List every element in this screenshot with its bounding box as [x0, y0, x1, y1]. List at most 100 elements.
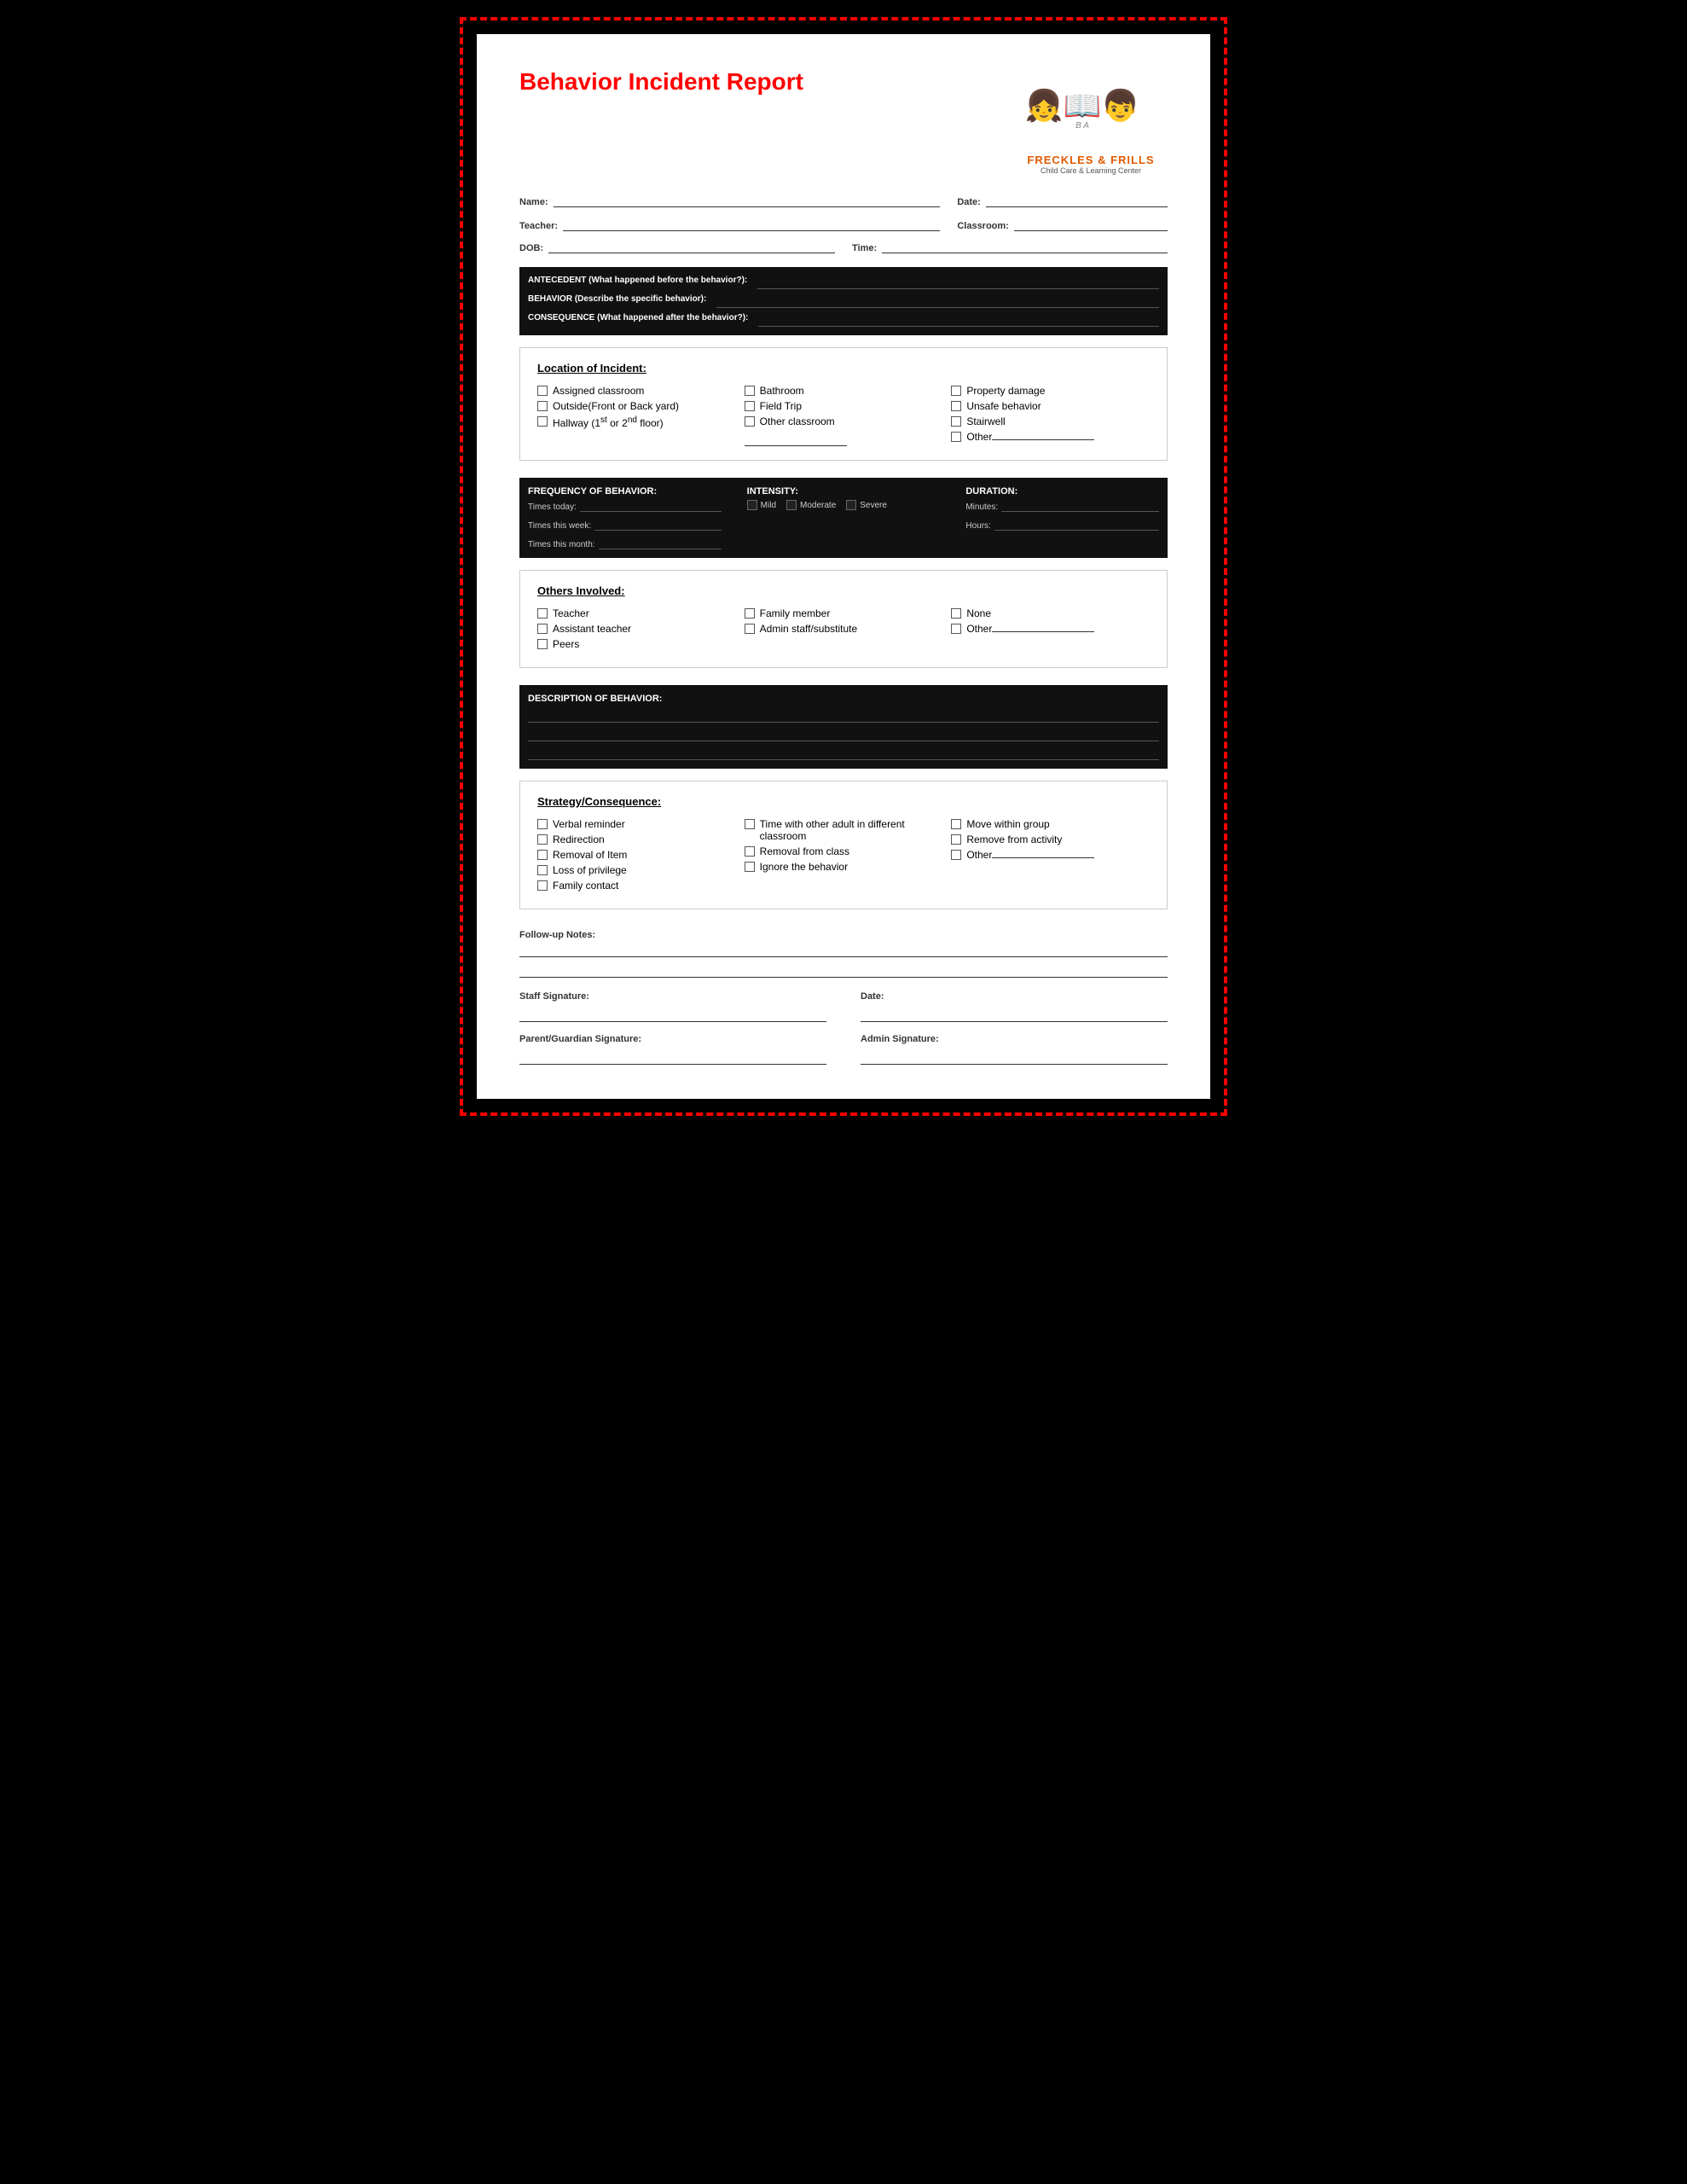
checkbox-removal-class[interactable] [745, 846, 755, 857]
parent-sig-field: Parent/Guardian Signature: [519, 1034, 826, 1065]
checkbox-bathroom[interactable] [745, 386, 755, 396]
checkbox-none[interactable] [951, 608, 961, 619]
others-involved-section: Others Involved: Teacher Assistant teach… [519, 570, 1168, 668]
location-item-stairwell: Stairwell [951, 415, 1150, 427]
intensity-block: INTENSITY: Mild Moderate Severe [747, 486, 941, 549]
follow-up-label: Follow-up Notes: [519, 930, 595, 940]
checkbox-family[interactable] [745, 608, 755, 619]
time-input[interactable] [882, 238, 1168, 253]
others-item-family: Family member [745, 607, 943, 619]
behavior-metrics-section: FREQUENCY OF BEHAVIOR: Times today: Time… [519, 478, 1168, 558]
dob-input[interactable] [548, 238, 835, 253]
checkbox-other-classroom[interactable] [745, 416, 755, 427]
others-item-none: None [951, 607, 1150, 619]
checkbox-mild[interactable] [747, 500, 757, 510]
location-item-fieldtrip: Field Trip [745, 400, 943, 412]
checkbox-remove-activity[interactable] [951, 834, 961, 845]
location-col1: Assigned classroom Outside(Front or Back… [537, 385, 736, 446]
checkbox-unsafe[interactable] [951, 401, 961, 411]
logo-name: FRECKLES & FRILLS [1014, 154, 1168, 166]
strategy-section: Strategy/Consequence: Verbal reminder Re… [519, 781, 1168, 909]
checkbox-family-contact[interactable] [537, 880, 548, 891]
teacher-input[interactable] [563, 216, 940, 231]
logo-area: 👧📖👦 B A FRECKLES & FRILLS Child Care & L… [1014, 68, 1168, 175]
checkbox-other-others[interactable] [951, 624, 961, 634]
checkbox-loss-priv[interactable] [537, 865, 548, 875]
classroom-field: Classroom: [957, 216, 1168, 231]
checkbox-time-other-adult[interactable] [745, 819, 755, 829]
checkbox-move-group[interactable] [951, 819, 961, 829]
frequency-fields: Times today: Times this week: Times this… [528, 500, 722, 549]
location-item-outside: Outside(Front or Back yard) [537, 400, 736, 412]
others-col3: None Other [951, 607, 1150, 653]
admin-sig-line [861, 1048, 1168, 1065]
dark-info-section: ANTECEDENT (What happened before the beh… [519, 267, 1168, 335]
checkbox-moderate[interactable] [786, 500, 797, 510]
parent-sig-line [519, 1048, 826, 1065]
duration-block: DURATION: Minutes: Hours: [965, 486, 1159, 549]
description-label: DESCRIPTION OF BEHAVIOR: [528, 694, 1159, 704]
date-input[interactable] [986, 192, 1168, 207]
others-item-teacher: Teacher [537, 607, 736, 619]
logo-subtitle: Child Care & Learning Center [1014, 166, 1168, 175]
times-week-line [594, 519, 722, 531]
description-line2 [528, 728, 1159, 741]
location-item-hallway: Hallway (1st or 2nd floor) [537, 415, 736, 429]
staff-sig-line [519, 1005, 826, 1022]
bottom-section: Follow-up Notes: Staff Signature: Date: … [519, 926, 1168, 1065]
checkbox-admin[interactable] [745, 624, 755, 634]
minutes-row: Minutes: [965, 500, 1159, 512]
follow-up-area: Follow-up Notes: [519, 926, 1168, 978]
others-checkbox-grid: Teacher Assistant teacher Peers [537, 607, 1150, 653]
checkbox-outside[interactable] [537, 401, 548, 411]
classroom-input[interactable] [1014, 216, 1168, 231]
location-item-property: Property damage [951, 385, 1150, 397]
frequency-block: FREQUENCY OF BEHAVIOR: Times today: Time… [528, 486, 722, 549]
checkbox-fieldtrip[interactable] [745, 401, 755, 411]
others-item-other: Other [951, 623, 1150, 635]
checkbox-teacher[interactable] [537, 608, 548, 619]
checkbox-other3[interactable] [951, 432, 961, 442]
times-month-row: Times this month: [528, 537, 722, 549]
duration-label: DURATION: [965, 486, 1159, 497]
date-sig-line [861, 1005, 1168, 1022]
checkbox-ignore[interactable] [745, 862, 755, 872]
follow-up-line2 [519, 962, 1168, 978]
title-area: Behavior Incident Report [519, 68, 803, 96]
checkbox-severe[interactable] [846, 500, 856, 510]
strategy-col1: Verbal reminder Redirection Removal of I… [537, 818, 736, 895]
admin-sig-label: Admin Signature: [861, 1034, 1168, 1044]
description-line1 [528, 709, 1159, 723]
others-item-admin: Admin staff/substitute [745, 623, 943, 635]
antecedent-label: ANTECEDENT (What happened before the beh… [528, 276, 747, 289]
date-field: Date: [957, 192, 1168, 207]
strategy-title: Strategy/Consequence: [537, 795, 1150, 808]
strategy-item-move-group: Move within group [951, 818, 1150, 830]
duration-fields: Minutes: Hours: [965, 500, 1159, 531]
checkbox-assigned[interactable] [537, 386, 548, 396]
name-input[interactable] [554, 192, 941, 207]
metrics-row: FREQUENCY OF BEHAVIOR: Times today: Time… [528, 486, 1159, 549]
antecedent-row: ANTECEDENT (What happened before the beh… [528, 276, 1159, 289]
strategy-item-other-strat: Other [951, 849, 1150, 861]
strategy-col2: Time with other adult in different class… [745, 818, 943, 895]
checkbox-other-strat[interactable] [951, 850, 961, 860]
parent-sig-row: Parent/Guardian Signature: Admin Signatu… [519, 1034, 1168, 1065]
checkbox-removal-item[interactable] [537, 850, 548, 860]
checkbox-verbal[interactable] [537, 819, 548, 829]
location-title: Location of Incident: [537, 362, 1150, 375]
hours-row: Hours: [965, 519, 1159, 531]
checkbox-stairwell[interactable] [951, 416, 961, 427]
checkbox-property[interactable] [951, 386, 961, 396]
checkbox-redirection[interactable] [537, 834, 548, 845]
checkbox-asst-teacher[interactable] [537, 624, 548, 634]
logo-letters: B A [1075, 121, 1089, 131]
behavior-line [716, 294, 1159, 308]
checkbox-hallway[interactable] [537, 416, 548, 427]
admin-sig-field: Admin Signature: [861, 1034, 1168, 1065]
times-today-row: Times today: [528, 500, 722, 512]
location-other-line [745, 431, 847, 446]
checkbox-peers[interactable] [537, 639, 548, 649]
strategy-item-removal-class: Removal from class [745, 845, 943, 857]
date-sig-label: Date: [861, 991, 1168, 1002]
